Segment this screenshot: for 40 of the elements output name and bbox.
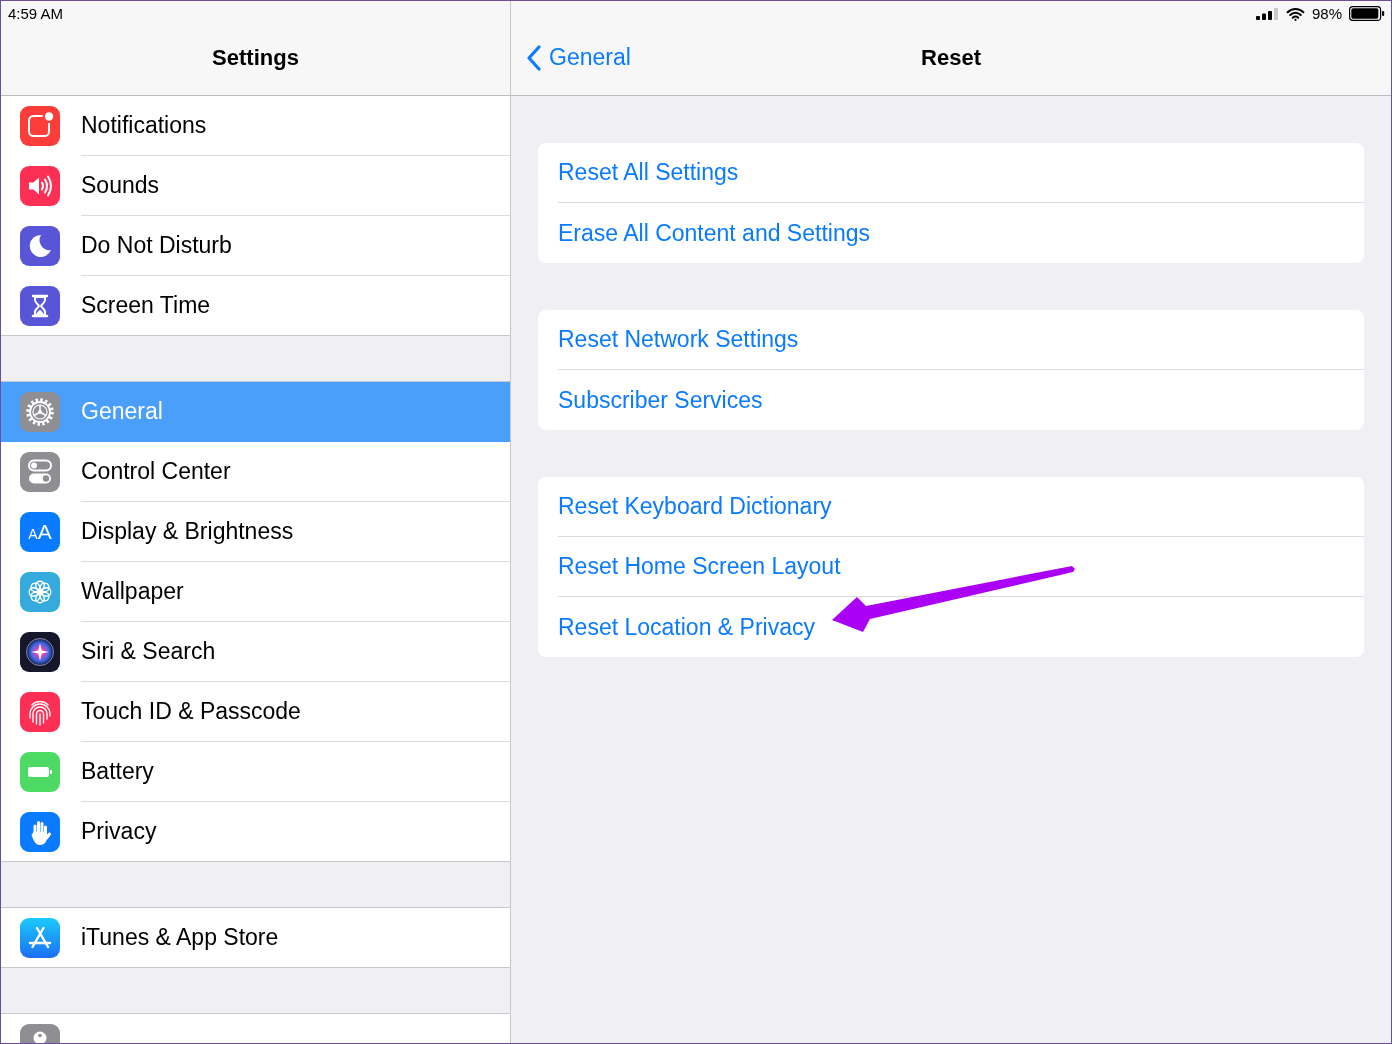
sidebar-item[interactable]: Do Not Disturb bbox=[1, 216, 510, 276]
moon-icon bbox=[20, 226, 60, 266]
signal-icon bbox=[1255, 7, 1279, 20]
speaker-icon bbox=[20, 166, 60, 206]
sidebar-item[interactable]: AA Display & Brightness bbox=[1, 502, 510, 562]
hourglass-icon bbox=[20, 285, 60, 326]
battery-icon bbox=[1349, 6, 1385, 21]
chevron-left-icon bbox=[527, 44, 541, 71]
reset-option[interactable]: Reset Network Settings bbox=[538, 310, 1364, 370]
sidebar-item[interactable]: Notifications bbox=[1, 96, 510, 156]
sidebar-item[interactable]: Screen Time bbox=[1, 276, 510, 335]
crossed-sticks-icon bbox=[20, 917, 60, 958]
sidebar-item[interactable]: Touch ID & Passcode bbox=[1, 682, 510, 742]
sidebar-title: Settings bbox=[212, 44, 299, 71]
fingerprint-icon bbox=[20, 692, 60, 732]
page-title: Reset bbox=[921, 44, 981, 71]
reset-option[interactable]: Erase All Content and Settings bbox=[538, 203, 1364, 263]
reset-option[interactable]: Subscriber Services bbox=[538, 370, 1364, 430]
toggle-switches-icon bbox=[20, 452, 60, 492]
sidebar-item[interactable]: Sounds bbox=[1, 156, 510, 216]
battery-icon bbox=[20, 752, 60, 792]
sidebar-item[interactable]: Siri & Search bbox=[1, 622, 510, 682]
sidebar-item[interactable]: iTunes & App Store bbox=[1, 908, 510, 967]
back-button[interactable]: General bbox=[527, 44, 631, 71]
reset-option[interactable]: Reset Keyboard Dictionary bbox=[538, 477, 1364, 537]
sidebar-item[interactable]: Wallpaper bbox=[1, 562, 510, 622]
reset-option[interactable]: Reset All Settings bbox=[538, 143, 1364, 203]
sidebar-item[interactable]: Battery bbox=[1, 742, 510, 802]
hand-icon bbox=[20, 811, 60, 852]
siri-orb-icon bbox=[20, 632, 60, 672]
flower-icon bbox=[20, 572, 60, 612]
reset-option[interactable]: Reset Location & Privacy bbox=[538, 597, 1364, 657]
sidebar-item[interactable]: Control Center bbox=[1, 442, 510, 502]
sidebar-item[interactable]: Privacy bbox=[1, 802, 510, 861]
text-size-icon: AA bbox=[20, 512, 60, 552]
wifi-icon bbox=[1285, 6, 1305, 21]
status-time: 4:59 AM bbox=[8, 5, 64, 22]
notification-badge-icon bbox=[20, 106, 60, 146]
settings-icon bbox=[20, 392, 60, 432]
battery-percent: 98% bbox=[1311, 5, 1342, 22]
